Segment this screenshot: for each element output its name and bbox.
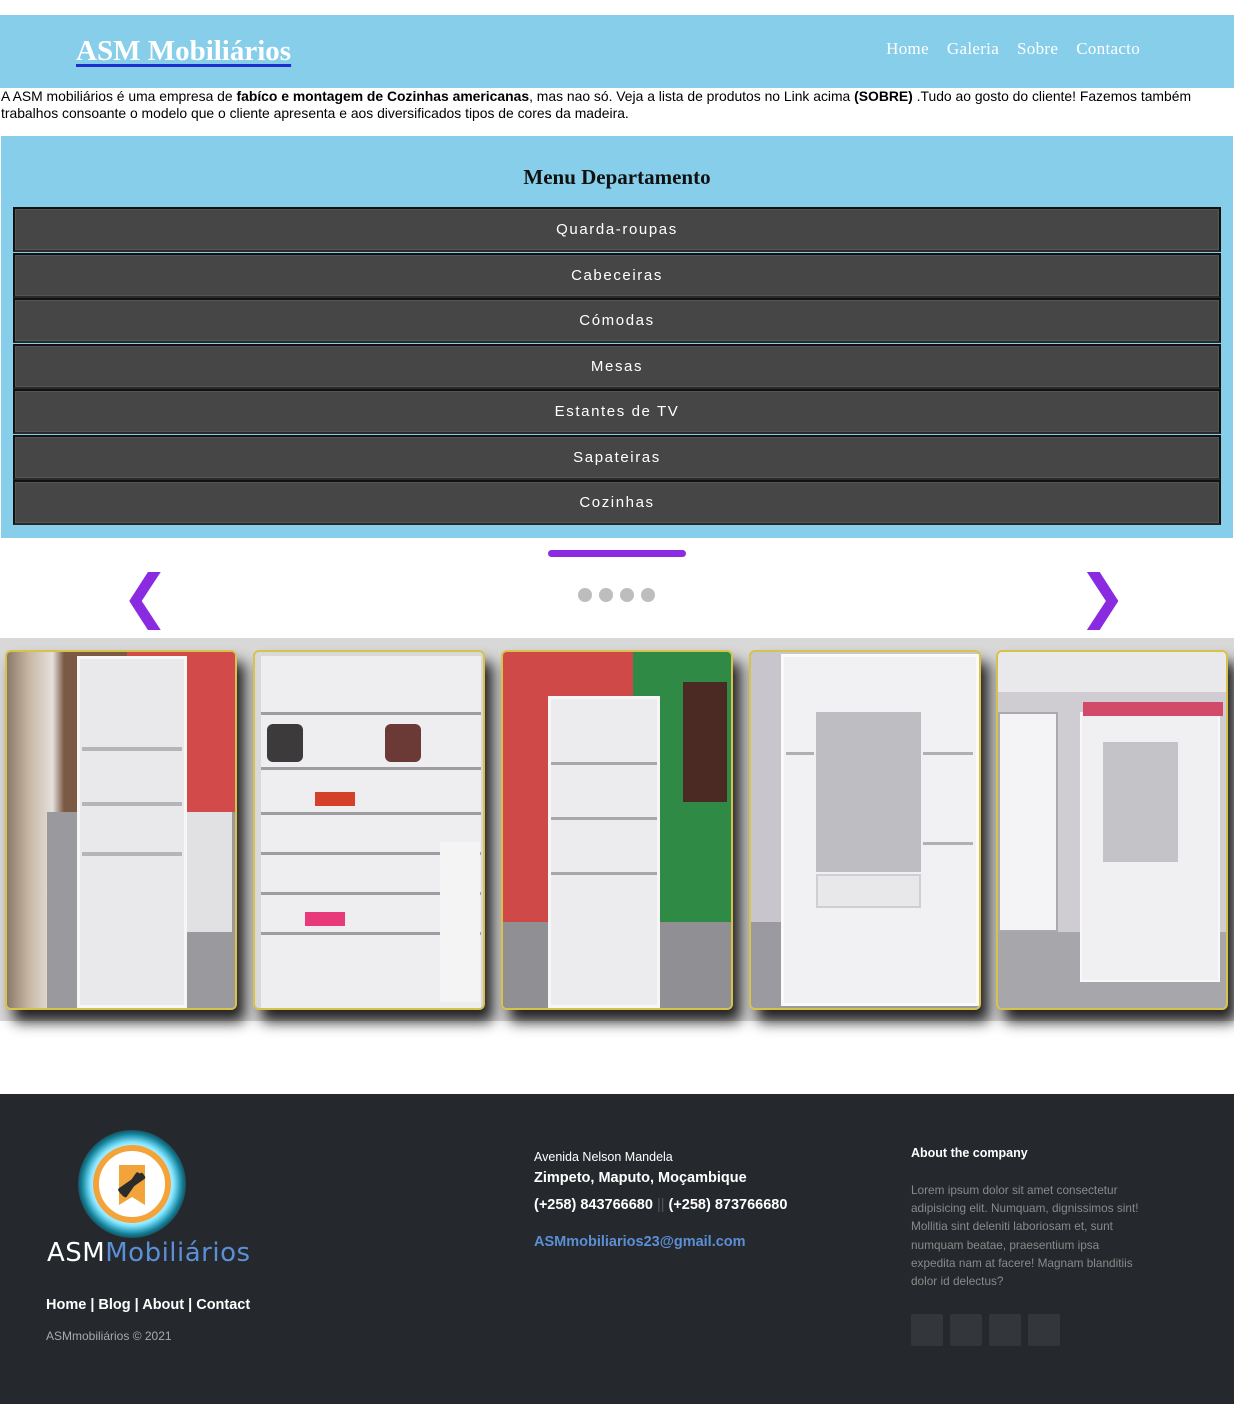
photo-shelf-line [923,842,973,845]
department-item-mesas[interactable]: Mesas [13,343,1221,389]
department-menu-title: Menu Departamento [523,165,711,189]
photo-shelf-line [82,747,182,751]
department-item-sapateiras[interactable]: Sapateiras [13,434,1221,480]
nav-contacto[interactable]: Contacto [1076,39,1140,59]
social-icon[interactable] [1028,1314,1060,1346]
photo-shelf-top [1083,702,1223,716]
gallery-photo-5[interactable] [996,650,1228,1010]
hammer-icon [118,1165,146,1205]
site-header: ASM Mobiliários Home Galeria Sobre Conta… [0,15,1234,88]
department-list: Quarda-roupas Cabeceiras Cómodas Mesas E… [13,207,1221,526]
about-text: Lorem ipsum dolor sit amet consectetur a… [911,1183,1139,1289]
phone-number-1: (+258) 843766680 [534,1197,653,1213]
photo-shelf-line [786,752,814,755]
intro-paragraph: A ASM mobiliários é uma empresa de fabíc… [1,88,1231,121]
chevron-right-icon[interactable]: ❯ [1078,566,1127,626]
intro-bold-1: fabíco e montagem de Cozinhas americanas [236,88,530,104]
copyright-text: ASMmobiliários © 2021 [46,1329,172,1343]
department-item-cabeceiras[interactable]: Cabeceiras [13,252,1221,298]
photo-shelf-unit [77,656,187,1008]
photo-gallery [0,638,1234,1021]
brand-logo-link[interactable]: ASM Mobiliários [76,35,291,68]
photo-drawers [816,874,921,908]
slider-dot[interactable] [641,588,655,602]
logo-emblem [93,1145,171,1223]
photo-wardrobe [998,712,1058,932]
department-menu: Menu Departamento Quarda-roupas Cabeceir… [1,136,1233,538]
footer-link-blog[interactable]: Blog [98,1297,130,1313]
nav-home[interactable]: Home [886,39,929,59]
phone-number-2: (+258) 873766680 [668,1197,788,1213]
footer-link-contact[interactable]: Contact [196,1297,250,1313]
photo-shelf-line [82,852,182,856]
photo-shoes [315,792,355,806]
logo-word-asm: ASM [47,1238,106,1268]
address-city: Zimpeto, Maputo, Moçambique [534,1170,747,1186]
social-icon[interactable] [989,1314,1021,1346]
slider-progress-bar [548,550,686,557]
site-footer: ASMMobiliários Home | Blog | About | Con… [0,1094,1234,1404]
photo-shelf-line [551,817,657,820]
photo-shelf-line [261,812,481,815]
footer-link-home[interactable]: Home [46,1297,86,1313]
main-nav: Home Galeria Sobre Contacto [886,39,1140,59]
photo-mirror [1103,742,1178,862]
photo-cabinet [683,682,727,802]
photo-shelf-line [261,767,481,770]
slider-dots [578,588,655,602]
photo-mirror [816,712,921,872]
phone-numbers: (+258) 843766680 || (+258) 873766680 [534,1197,787,1213]
footer-logo-text: ASMMobiliários [47,1238,251,1268]
photo-bag [385,724,421,762]
slider-dot[interactable] [599,588,613,602]
photo-bag [267,724,303,762]
photo-shelf-line [261,712,481,715]
social-links [911,1314,1060,1346]
department-item-quarda-roupas[interactable]: Quarda-roupas [13,207,1221,252]
intro-text-1: A ASM mobiliários é uma empresa de [1,88,237,104]
department-item-cozinhas[interactable]: Cozinhas [13,480,1221,525]
photo-shelf-line [923,752,973,755]
footer-link-about[interactable]: About [142,1297,184,1313]
photo-shelf-line [82,802,182,806]
photo-ceiling [998,652,1226,692]
gallery-photo-3[interactable] [501,650,733,1010]
photo-clothes [440,842,480,1002]
nav-galeria[interactable]: Galeria [947,39,999,59]
logo-word-mobiliarios: Mobiliários [105,1238,251,1268]
chevron-left-icon[interactable]: ❮ [121,566,170,626]
photo-shoes [305,912,345,926]
photo-shelf-line [551,872,657,875]
gallery-photo-4[interactable] [749,650,981,1010]
social-icon[interactable] [950,1314,982,1346]
address-street: Avenida Nelson Mandela [534,1150,673,1164]
intro-text-2: , mas nao só. Veja a lista de produtos n… [529,88,855,104]
nav-sobre[interactable]: Sobre [1017,39,1058,59]
photo-shelf-unit [548,696,660,1008]
photo-drawer-unit [187,812,232,932]
photo-shelf-line [551,762,657,765]
slider-dot[interactable] [620,588,634,602]
company-logo-icon [78,1130,186,1238]
department-item-comodas[interactable]: Cómodas [13,298,1221,343]
about-title: About the company [911,1146,1028,1160]
gallery-photo-2[interactable] [253,650,485,1010]
slider-dot[interactable] [578,588,592,602]
footer-links: Home | Blog | About | Contact [46,1297,251,1313]
phone-separator: || [656,1197,665,1213]
social-icon[interactable] [911,1314,943,1346]
email-link[interactable]: ASMmobiliarios23@gmail.com [534,1234,746,1250]
intro-bold-2: (SOBRE) [854,88,913,104]
department-item-estantes-de-tv[interactable]: Estantes de TV [13,389,1221,434]
gallery-photo-1[interactable] [5,650,237,1010]
